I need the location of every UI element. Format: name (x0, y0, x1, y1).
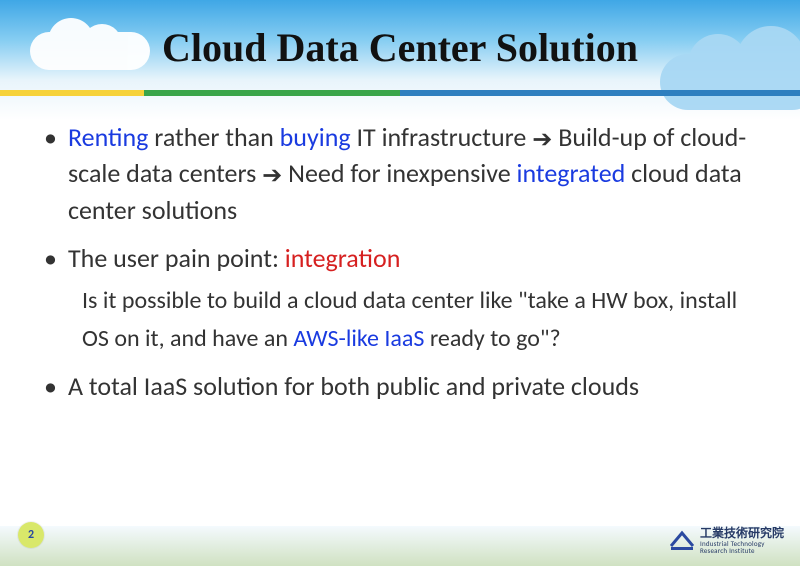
slide-title: Cloud Data Center Solution (0, 24, 800, 71)
slide: Cloud Data Center Solution Renting rathe… (0, 0, 800, 566)
page-number-badge: 2 (18, 522, 44, 548)
bullet-item: The user pain point: integration Is it p… (68, 241, 760, 357)
org-logo: 工業技術研究院 Industrial Technology Research I… (670, 528, 784, 554)
text: IT infrastructure (351, 121, 533, 153)
highlight-blue: integrated (517, 157, 626, 189)
text: The user pain point: (68, 242, 285, 274)
bullet-list: Renting rather than buying IT infrastruc… (40, 120, 760, 405)
arrow-icon: ➔ (262, 162, 282, 191)
arrow-icon: ➔ (532, 125, 552, 154)
text: A total IaaS solution for both public an… (68, 370, 639, 402)
accent-segment-blue (400, 90, 800, 96)
highlight-red: integration (285, 242, 401, 274)
highlight-blue: buying (280, 121, 351, 153)
sub-text: Is it possible to build a cloud data cen… (82, 282, 760, 356)
accent-segment-green (144, 90, 400, 96)
org-text: 工業技術研究院 Industrial Technology Research I… (700, 528, 784, 554)
text: ready to go"? (424, 324, 560, 353)
logo-icon (670, 530, 694, 552)
text: Need for inexpensive (282, 157, 516, 189)
accent-segment-yellow (0, 90, 144, 96)
text: rather than (148, 121, 279, 153)
org-name-en-line2: Research Institute (700, 547, 784, 554)
highlight-blue: AWS-like IaaS (293, 324, 424, 353)
highlight-blue: Renting (68, 121, 148, 153)
bullet-item: Renting rather than buying IT infrastruc… (68, 120, 760, 229)
bullet-item: A total IaaS solution for both public an… (68, 369, 760, 405)
slide-body: Renting rather than buying IT infrastruc… (40, 120, 760, 417)
accent-underline (0, 90, 800, 96)
